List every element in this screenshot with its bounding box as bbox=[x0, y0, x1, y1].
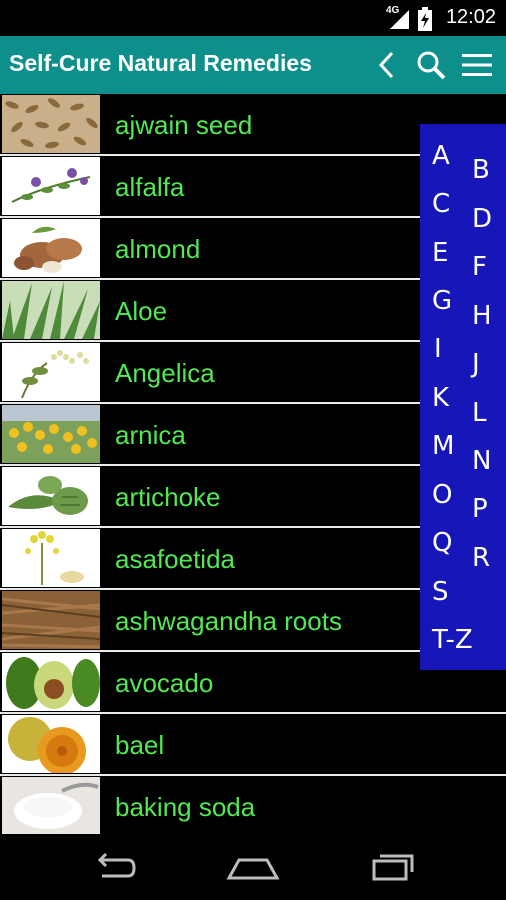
index-letter-n[interactable]: N bbox=[472, 447, 491, 475]
bael-thumbnail bbox=[2, 715, 100, 773]
index-letter-r[interactable]: R bbox=[472, 544, 490, 572]
app-bar: Self-Cure Natural Remedies bbox=[0, 36, 506, 94]
artichoke-thumbnail bbox=[2, 467, 100, 525]
alphabet-index: A B C D E F G H I J K L M N O P Q R S T-… bbox=[420, 124, 506, 670]
index-letter-q[interactable]: Q bbox=[432, 529, 452, 557]
battery-icon bbox=[418, 7, 432, 31]
list-item-baking-soda[interactable]: baking soda bbox=[0, 776, 506, 834]
search-button[interactable] bbox=[410, 44, 452, 86]
index-letter-d[interactable]: D bbox=[472, 205, 492, 233]
arnica-thumbnail bbox=[2, 405, 100, 463]
angelica-thumbnail bbox=[2, 343, 100, 401]
list-item-label: Aloe bbox=[115, 296, 168, 326]
list-item-bael[interactable]: bael bbox=[0, 714, 506, 776]
index-letter-i[interactable]: I bbox=[434, 335, 442, 363]
index-letter-m[interactable]: M bbox=[432, 432, 454, 460]
back-button[interactable] bbox=[366, 44, 408, 86]
list-item-label: artichoke bbox=[115, 482, 221, 512]
baking-soda-thumbnail bbox=[2, 777, 100, 834]
alfalfa-thumbnail bbox=[2, 157, 100, 215]
back-chevron-icon bbox=[378, 51, 394, 79]
index-letter-t-z[interactable]: T-Z bbox=[432, 626, 473, 654]
index-letter-s[interactable]: S bbox=[432, 578, 449, 606]
list-item-label: alfalfa bbox=[115, 172, 185, 202]
index-letter-g[interactable]: G bbox=[432, 287, 452, 315]
aloe-thumbnail bbox=[2, 281, 100, 339]
asafoetida-thumbnail bbox=[2, 529, 100, 587]
list-item-label: almond bbox=[115, 234, 201, 264]
nav-recent-apps-icon bbox=[372, 854, 414, 881]
almond-thumbnail bbox=[2, 219, 100, 277]
list-item-label: bael bbox=[115, 730, 165, 760]
list-item-label: arnica bbox=[115, 420, 186, 450]
nav-home-button[interactable] bbox=[218, 844, 288, 890]
list-item-label: baking soda bbox=[115, 792, 256, 822]
nav-back-icon bbox=[97, 852, 136, 878]
avocado-thumbnail bbox=[2, 653, 100, 711]
index-letter-c[interactable]: C bbox=[432, 190, 450, 218]
index-letter-k[interactable]: K bbox=[432, 384, 449, 412]
list-item-label: avocado bbox=[115, 668, 214, 698]
index-letter-e[interactable]: E bbox=[432, 239, 448, 267]
index-letter-o[interactable]: O bbox=[432, 481, 452, 509]
list-item-label: ajwain seed bbox=[115, 110, 253, 140]
status-bar: 4G 12:02 bbox=[0, 0, 506, 36]
navigation-bar bbox=[0, 834, 506, 900]
menu-button[interactable] bbox=[456, 44, 498, 86]
index-letter-a[interactable]: A bbox=[432, 142, 450, 170]
nav-home-icon bbox=[226, 858, 280, 880]
nav-recent-apps-button[interactable] bbox=[358, 844, 428, 890]
nav-back-button[interactable] bbox=[78, 844, 148, 890]
status-time: 12:02 bbox=[445, 6, 496, 28]
hamburger-menu-icon bbox=[462, 54, 492, 76]
index-letter-p[interactable]: P bbox=[472, 495, 488, 523]
list-item-label: ashwagandha roots bbox=[115, 606, 342, 636]
app-title: Self-Cure Natural Remedies bbox=[9, 50, 312, 76]
index-letter-j[interactable]: J bbox=[472, 350, 480, 378]
ashwagandha-roots-thumbnail bbox=[2, 591, 100, 649]
index-letter-h[interactable]: H bbox=[472, 302, 492, 330]
index-letter-f[interactable]: F bbox=[472, 253, 487, 281]
search-icon bbox=[417, 51, 446, 80]
index-letter-b[interactable]: B bbox=[472, 156, 490, 184]
signal-icon bbox=[390, 10, 409, 29]
list-item-label: asafoetida bbox=[115, 544, 235, 574]
ajwain-seed-thumbnail bbox=[2, 95, 100, 153]
list-item-label: Angelica bbox=[115, 358, 215, 388]
index-letter-l[interactable]: L bbox=[472, 399, 487, 427]
